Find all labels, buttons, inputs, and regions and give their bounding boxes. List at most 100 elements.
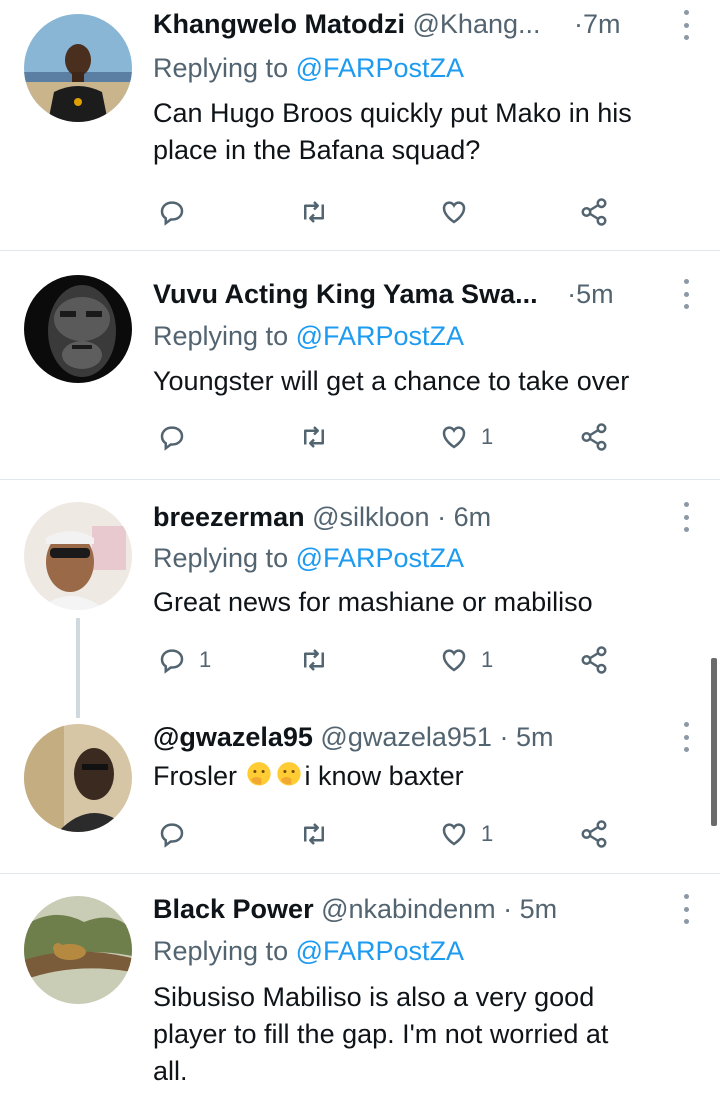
tweet[interactable]: Black Power @nkabindenm · 5m Replying to… [0,874,720,1101]
reply-button[interactable] [157,192,199,232]
separator-dot: · [567,279,577,309]
handle[interactable]: @nkabindenm [321,894,496,924]
like-count: 1 [481,821,494,846]
action-bar: 1 [153,417,623,457]
avatar[interactable] [24,724,132,832]
replying-to: Replying to @FARPostZA [153,540,464,576]
retweet-button[interactable] [299,640,341,680]
tweet[interactable]: @gwazela95 @gwazela951 · 5m Frosler i kn… [0,702,720,872]
avatar[interactable] [24,896,132,1004]
more-options-icon[interactable] [682,10,690,40]
heart-icon [442,201,466,224]
avatar-image [24,14,132,122]
avatar[interactable] [24,275,132,383]
tweet-text: Youngster will get a chance to take over [153,366,630,396]
tweet-text-line: Sibusiso Mabiliso is also a very good [153,982,595,1012]
handle[interactable]: @gwazela951 [320,722,492,752]
reply-count: 1 [199,647,212,672]
separator-dot: · [499,722,509,752]
tweet-header: breezerman @silkloon · 6m [153,499,720,535]
reply-button[interactable]: 1 [157,640,211,680]
replying-to: Replying to @FARPostZA [153,318,464,354]
display-name[interactable]: @gwazela95 [153,722,313,752]
more-options-icon[interactable] [682,502,690,532]
tweet[interactable]: Khangwelo Matodzi @Khang... ·7m Replying… [0,0,720,250]
replying-to: Replying to @FARPostZA [153,50,464,86]
more-options-icon[interactable] [682,894,690,924]
tweet-text-line: all. [153,1056,188,1086]
timestamp[interactable]: 5m [520,894,558,924]
timestamp[interactable]: 6m [454,502,492,532]
timestamp[interactable]: 7m [583,9,621,39]
tweet[interactable]: Vuvu Acting King Yama Swa... ·5m Replyin… [0,251,720,479]
mention-link[interactable]: @FARPostZA [296,53,464,83]
avatar-image [24,724,132,832]
action-bar: 1 [153,814,623,854]
avatar[interactable] [24,502,132,610]
tweet-text: Can Hugo Broos quickly put Mako in his p… [153,98,632,165]
share-button[interactable] [579,640,609,680]
avatar[interactable] [24,14,132,122]
share-icon [581,646,607,674]
action-bar: 1 1 [153,640,623,680]
share-button[interactable] [579,192,609,232]
avatar-image [24,896,132,1004]
retweet-icon [304,201,324,223]
heart-icon [442,823,466,846]
timestamp[interactable]: 5m [516,722,554,752]
separator-dot: · [503,894,513,924]
reply-icon [160,201,184,226]
tweet-text-line: player to fill the gap. I'm not worried … [153,1019,609,1049]
like-button[interactable] [439,192,481,232]
heart-icon [442,649,466,672]
like-button[interactable]: 1 [439,814,493,854]
more-options-icon[interactable] [682,279,690,309]
replying-to-label: Replying to [153,53,289,83]
tweet-header: Black Power @nkabindenm · 5m [153,891,720,927]
reply-button[interactable] [157,814,199,854]
tweet-text: Great news for mashiane or mabiliso [153,587,593,617]
separator-dot: · [574,9,584,39]
share-button[interactable] [579,417,609,457]
mention-link[interactable]: @FARPostZA [296,936,464,966]
avatar-image [24,502,132,610]
retweet-button[interactable] [299,417,341,457]
mention-link[interactable]: @FARPostZA [296,321,464,351]
retweet-icon [304,426,324,448]
like-count: 1 [481,647,494,672]
tweet-text: Sibusiso Mabiliso is also a very good pl… [153,979,698,1090]
tweet-text: Frosler i know baxter [153,758,698,795]
tweet[interactable]: breezerman @silkloon · 6m Replying to @F… [0,480,720,702]
like-count: 1 [481,424,494,449]
tweet-text-start: Frosler [153,761,238,791]
avatar-image [24,275,132,383]
share-icon [581,198,607,226]
retweet-button[interactable] [299,814,341,854]
handle[interactable]: @silkloon [312,502,429,532]
share-button[interactable] [579,814,609,854]
reply-icon [160,426,184,451]
mention-link[interactable]: @FARPostZA [296,543,464,573]
scrollbar[interactable] [711,658,717,826]
display-name[interactable]: Vuvu Acting King Yama Swa... [153,279,538,309]
retweet-button[interactable] [299,192,341,232]
share-icon [581,820,607,848]
timestamp[interactable]: 5m [576,279,614,309]
tweet-text-end: i know baxter [304,761,464,791]
display-name[interactable]: breezerman [153,502,305,532]
like-button[interactable]: 1 [439,417,493,457]
display-name[interactable]: Black Power [153,894,314,924]
action-bar [153,192,623,232]
reply-icon [160,649,184,674]
face-with-hand-over-mouth-icon [246,762,271,786]
tweet-header: Khangwelo Matodzi @Khang... ·7m [153,6,720,42]
face-with-hand-over-mouth-icon [276,762,301,786]
display-name[interactable]: Khangwelo Matodzi [153,9,405,39]
retweet-icon [304,823,324,845]
retweet-icon [304,649,324,671]
more-options-icon[interactable] [682,722,690,752]
reply-button[interactable] [157,417,199,457]
like-button[interactable]: 1 [439,640,493,680]
handle[interactable]: @Khang... [413,9,541,39]
tweet-header: Vuvu Acting King Yama Swa... ·5m [153,276,720,312]
